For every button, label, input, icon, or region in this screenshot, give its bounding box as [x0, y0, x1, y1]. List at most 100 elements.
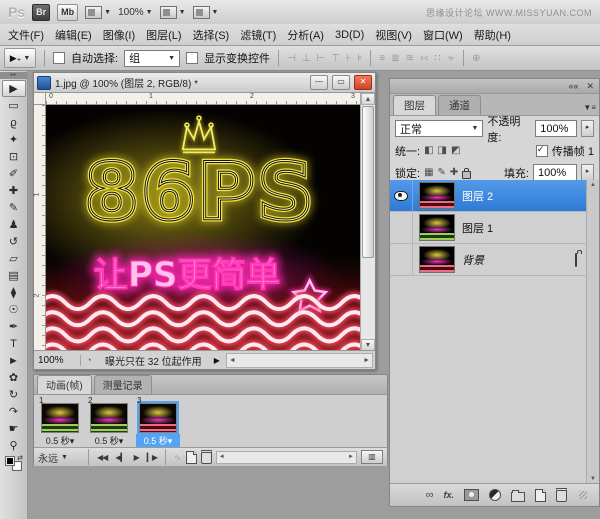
fill-spinner-icon[interactable]: ▸ — [581, 164, 594, 181]
tab-layers[interactable]: 图层 — [393, 95, 436, 115]
restore-button[interactable]: ▭ — [332, 75, 350, 90]
layer-name[interactable]: 背景 — [462, 252, 575, 268]
menu-filter[interactable]: 滤镜(T) — [240, 27, 276, 43]
custom-shape-tool[interactable]: ✿ — [3, 369, 25, 386]
first-frame-button[interactable]: ◀◀ — [95, 453, 109, 462]
menu-file[interactable]: 文件(F) — [8, 27, 44, 43]
opacity-field[interactable]: 100% — [535, 120, 577, 137]
layer-style-icon[interactable]: fx. — [443, 490, 454, 500]
vertical-scrollbar[interactable]: ▲ ▼ — [360, 93, 375, 351]
close-panel-icon[interactable]: ✕ — [586, 81, 594, 92]
clone-stamp-tool[interactable]: ♟ — [3, 216, 25, 233]
animation-frame-1[interactable]: 1 0.5 秒▾ — [38, 396, 82, 446]
3d-orbit-tool[interactable]: ↷ — [3, 403, 25, 420]
tab-channels[interactable]: 通道 — [438, 95, 481, 115]
launch-bridge-button[interactable]: Br — [32, 3, 51, 21]
auto-align-layers-icon[interactable]: ⊕ — [472, 53, 480, 64]
menu-help[interactable]: 帮助(H) — [474, 27, 511, 43]
eraser-tool[interactable]: ▱ — [3, 250, 25, 267]
visibility-toggle[interactable] — [390, 212, 413, 243]
resize-grip[interactable] — [579, 491, 587, 499]
spot-healing-brush-tool[interactable]: ✚ — [3, 182, 25, 199]
scroll-left-icon[interactable]: ◄ — [219, 454, 225, 460]
next-frame-button[interactable]: ▎▶ — [145, 453, 159, 462]
move-tool[interactable]: ▶ — [1, 80, 26, 97]
pen-tool[interactable]: ✒ — [3, 318, 25, 335]
blur-tool[interactable]: ⧫ — [3, 284, 25, 301]
align-top-edges-icon[interactable]: ⊤ — [331, 53, 340, 64]
fill-field[interactable]: 100% — [533, 164, 577, 181]
distribute-bottom-edges-icon[interactable]: ≋ — [406, 53, 414, 64]
align-left-edges-icon[interactable]: ⊣ — [287, 53, 296, 64]
toolbox-collapse-icon[interactable]: ▸▸ — [0, 72, 27, 79]
swap-colors-icon[interactable]: ⇄ — [17, 454, 23, 462]
layers-scrollbar[interactable]: ▲ ▼ — [586, 180, 599, 484]
screen-mode-dropdown[interactable]: ▼ — [192, 5, 218, 19]
foreground-color-swatch[interactable] — [5, 456, 15, 466]
tab-animation-frames[interactable]: 动画(帧) — [37, 375, 92, 394]
distribute-horizontal-centers-icon[interactable]: ∷ — [434, 53, 440, 64]
auto-select-mode-dropdown[interactable]: 组 ▼ — [124, 49, 181, 67]
delete-layer-icon[interactable] — [556, 488, 567, 502]
convert-to-timeline-button[interactable]: ▥ — [361, 450, 383, 464]
play-button[interactable]: ▶ — [132, 453, 141, 462]
quick-selection-tool[interactable]: ✦ — [3, 131, 25, 148]
loop-count-dropdown[interactable]: 永远 ▼ — [38, 450, 82, 465]
menu-analysis[interactable]: 分析(A) — [287, 27, 324, 43]
layer-row-layer1[interactable]: 图层 1 — [390, 212, 586, 244]
canvas[interactable]: 86PS 86PS 86PS 86PS 让PS更简单 让PS更简单 — [46, 105, 360, 351]
zoom-tool[interactable]: ⚲ — [3, 437, 25, 454]
scroll-up-icon[interactable]: ▲ — [590, 182, 596, 188]
layer-row-layer2[interactable]: 图层 2 — [390, 180, 586, 212]
minimize-button[interactable]: — — [310, 75, 328, 90]
align-right-edges-icon[interactable]: ⊢ — [317, 53, 326, 64]
launch-mini-bridge-button[interactable]: Mb — [57, 3, 79, 21]
lock-position-icon[interactable]: ✚ — [450, 167, 458, 178]
layer-name[interactable]: 图层 2 — [462, 188, 586, 204]
layer-thumbnail[interactable] — [419, 214, 455, 241]
arrange-documents-dropdown[interactable]: ▼ — [159, 5, 186, 19]
close-button[interactable]: ✕ — [354, 75, 372, 90]
tween-frames-icon[interactable]: ∿ — [172, 453, 182, 462]
align-vertical-centers-icon[interactable]: ⊦ — [346, 53, 351, 64]
panel-menu-icon[interactable]: ▼≡ — [583, 103, 596, 115]
distribute-right-edges-icon[interactable]: ∻ — [447, 53, 455, 64]
menu-image[interactable]: 图像(I) — [103, 27, 135, 43]
3d-rotate-tool[interactable]: ↻ — [3, 386, 25, 403]
distribute-vertical-centers-icon[interactable]: ≣ — [391, 53, 399, 64]
opacity-spinner-icon[interactable]: ▸ — [581, 120, 594, 137]
unify-visibility-icon[interactable]: ◨ — [438, 145, 447, 156]
delete-frame-icon[interactable] — [200, 450, 212, 464]
scroll-down-icon[interactable]: ▼ — [590, 476, 596, 482]
visibility-toggle[interactable] — [390, 180, 413, 211]
menu-view[interactable]: 视图(V) — [375, 27, 412, 43]
layer-name[interactable]: 图层 1 — [462, 220, 586, 236]
type-tool[interactable]: T — [3, 335, 25, 352]
blend-mode-dropdown[interactable]: 正常 ▼ — [395, 120, 484, 137]
crop-tool[interactable]: ⊡ — [3, 148, 25, 165]
lock-pixels-icon[interactable]: ✎ — [438, 167, 446, 178]
show-transform-controls-checkbox[interactable] — [186, 52, 199, 64]
animation-frame-3-selected[interactable]: 3 0.5 秒▾ — [136, 396, 180, 447]
scroll-up-icon[interactable]: ▲ — [361, 93, 375, 105]
menu-edit[interactable]: 编辑(E) — [55, 27, 92, 43]
document-titlebar[interactable]: 1.jpg @ 100% (图层 2, RGB/8) * — ▭ ✕ — [34, 73, 375, 93]
new-group-icon[interactable] — [511, 489, 525, 502]
unify-style-icon[interactable]: ◩ — [451, 145, 460, 156]
layer-thumbnail[interactable] — [419, 182, 455, 209]
tool-preset-picker[interactable]: ▶₊ ▼ — [4, 48, 36, 68]
menu-select[interactable]: 选择(S) — [193, 27, 230, 43]
align-bottom-edges-icon[interactable]: ⊧ — [357, 53, 362, 64]
lock-all-icon[interactable] — [462, 167, 472, 179]
menu-3d[interactable]: 3D(D) — [335, 29, 364, 41]
path-selection-tool[interactable]: ► — [3, 352, 25, 369]
auto-select-checkbox[interactable] — [53, 52, 65, 64]
frame-delay-dropdown[interactable]: 0.5 秒▾ — [38, 434, 82, 447]
menu-layer[interactable]: 图层(L) — [146, 27, 181, 43]
status-zoom-value[interactable]: 100% — [34, 354, 81, 366]
scrollbar-thumb[interactable] — [362, 106, 374, 258]
visibility-toggle[interactable] — [390, 244, 413, 275]
lock-transparency-icon[interactable]: ▦ — [424, 167, 433, 178]
color-swatches[interactable]: ⇄ — [5, 454, 23, 471]
animation-frame-2[interactable]: 2 0.5 秒▾ — [87, 396, 131, 446]
